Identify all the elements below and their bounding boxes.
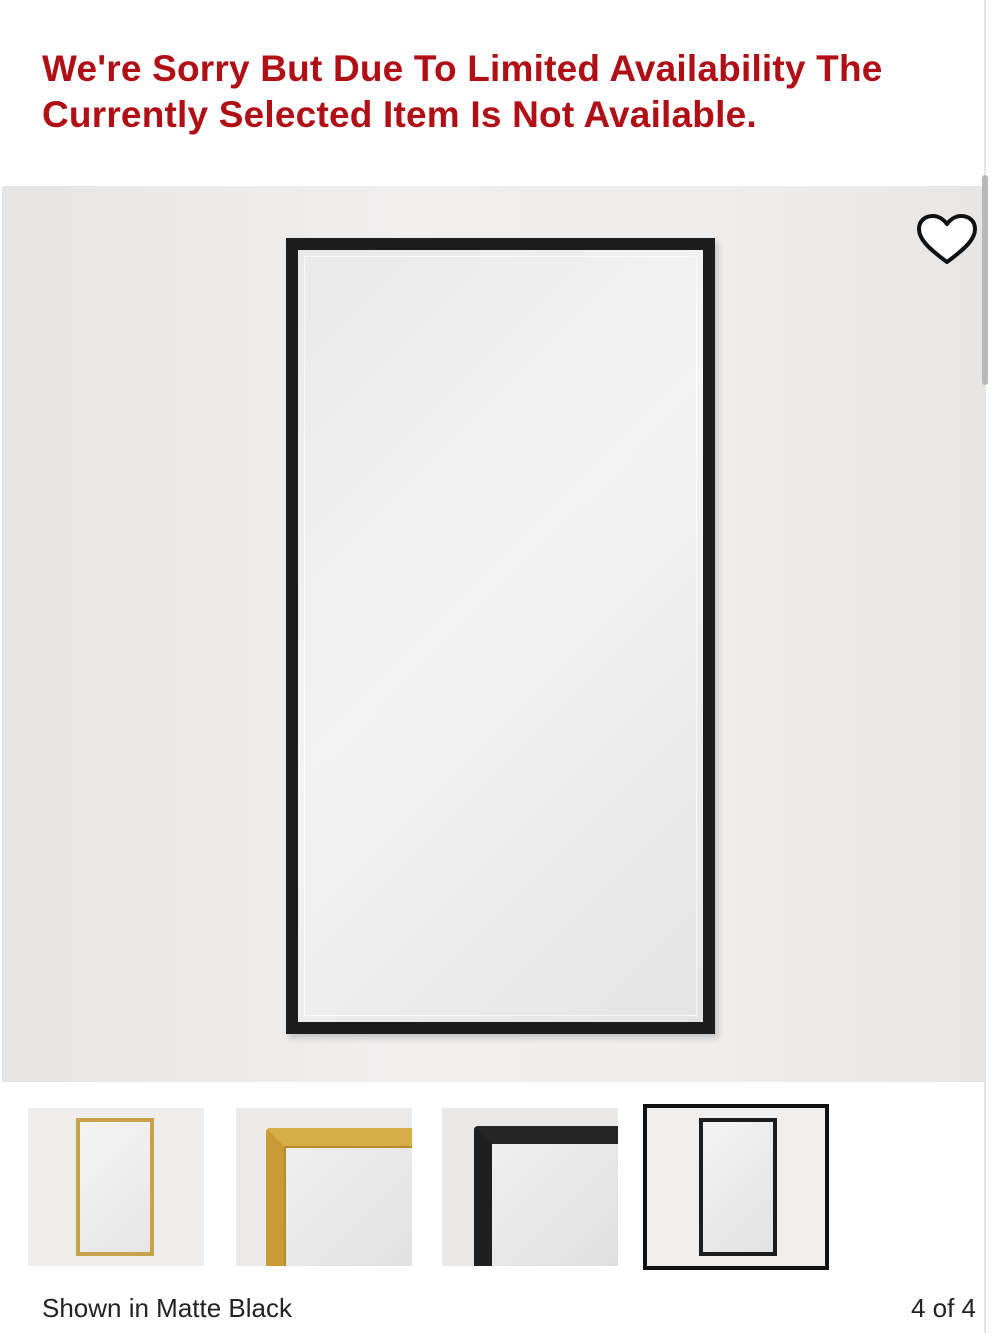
scrollbar-thumb[interactable]: [982, 175, 988, 385]
gold-mirror-corner-thumbnail: [266, 1128, 412, 1266]
black-mirror-full-thumbnail: [699, 1118, 777, 1256]
black-mirror-corner-thumbnail: [474, 1126, 618, 1266]
thumbnail-gold-full[interactable]: [28, 1108, 204, 1266]
heart-outline-icon: [917, 214, 977, 264]
thumbnail-black-full-selected[interactable]: [643, 1104, 829, 1270]
mirror-photo: [286, 238, 715, 1034]
availability-alert: We're Sorry But Due To Limited Availabil…: [42, 48, 883, 135]
thumbnail-gold-corner[interactable]: [236, 1108, 412, 1266]
product-page: We're Sorry But Due To Limited Availabil…: [0, 0, 1000, 1333]
favorite-button[interactable]: [914, 212, 980, 268]
thumbnail-black-corner[interactable]: [442, 1108, 618, 1266]
image-caption: Shown in Matte Black: [42, 1293, 293, 1323]
image-counter: 4 of 4: [910, 1293, 976, 1323]
gold-mirror-full-thumbnail: [76, 1118, 154, 1256]
product-image[interactable]: [2, 186, 984, 1082]
